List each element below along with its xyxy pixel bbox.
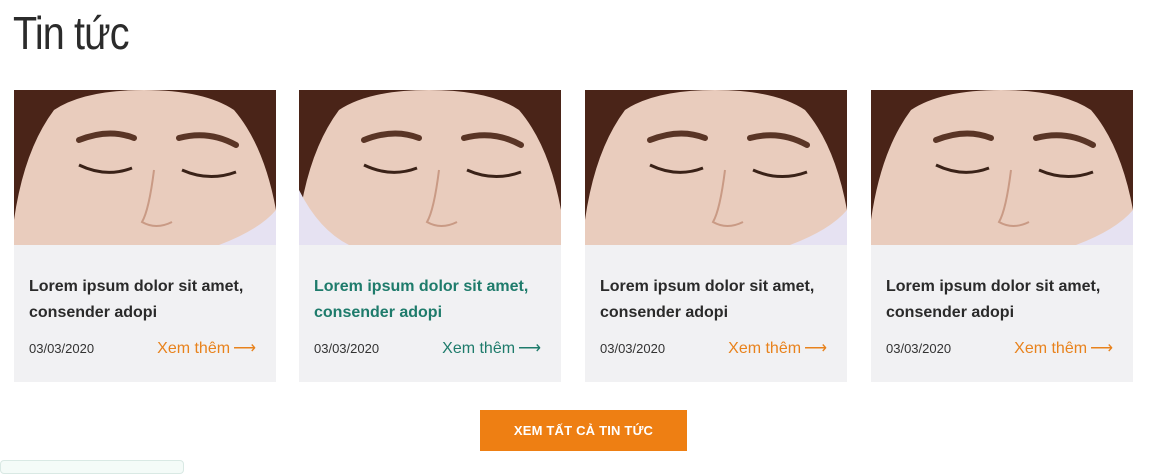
news-headline[interactable]: Lorem ipsum dolor sit amet, consender ad…: [29, 274, 261, 326]
arrow-right-icon: ⟶: [233, 340, 256, 357]
read-more-link[interactable]: Xem thêm ⟶: [442, 338, 541, 358]
view-all-news-button[interactable]: XEM TẤT CẢ TIN TỨC: [480, 410, 687, 451]
news-thumbnail[interactable]: [299, 90, 561, 245]
news-date: 03/03/2020: [29, 341, 95, 356]
news-date: 03/03/2020: [314, 341, 380, 356]
arrow-right-icon: ⟶: [804, 340, 827, 357]
news-list: Lorem ipsum dolor sit amet, consender ad…: [14, 90, 1134, 382]
news-headline[interactable]: Lorem ipsum dolor sit amet, consender ad…: [886, 274, 1118, 326]
news-headline[interactable]: Lorem ipsum dolor sit amet, consender ad…: [600, 274, 832, 326]
read-more-link[interactable]: Xem thêm ⟶: [157, 338, 256, 358]
section-title: Tin tức: [13, 7, 130, 59]
news-headline[interactable]: Lorem ipsum dolor sit amet, consender ad…: [314, 274, 546, 326]
news-thumbnail[interactable]: [14, 90, 276, 245]
news-thumbnail[interactable]: [585, 90, 847, 245]
partial-widget: [0, 460, 184, 474]
read-more-label: Xem thêm: [442, 340, 516, 357]
news-date: 03/03/2020: [886, 341, 952, 356]
read-more-link[interactable]: Xem thêm ⟶: [728, 338, 827, 358]
read-more-label: Xem thêm: [1014, 340, 1088, 357]
read-more-label: Xem thêm: [728, 340, 802, 357]
read-more-link[interactable]: Xem thêm ⟶: [1014, 338, 1113, 358]
arrow-right-icon: ⟶: [518, 340, 541, 357]
news-card[interactable]: Lorem ipsum dolor sit amet, consender ad…: [585, 90, 847, 382]
news-card[interactable]: Lorem ipsum dolor sit amet, consender ad…: [299, 90, 561, 382]
news-thumbnail[interactable]: [871, 90, 1133, 245]
arrow-right-icon: ⟶: [1090, 340, 1113, 357]
news-card[interactable]: Lorem ipsum dolor sit amet, consender ad…: [14, 90, 276, 382]
read-more-label: Xem thêm: [157, 340, 231, 357]
news-card[interactable]: Lorem ipsum dolor sit amet, consender ad…: [871, 90, 1133, 382]
news-date: 03/03/2020: [600, 341, 666, 356]
